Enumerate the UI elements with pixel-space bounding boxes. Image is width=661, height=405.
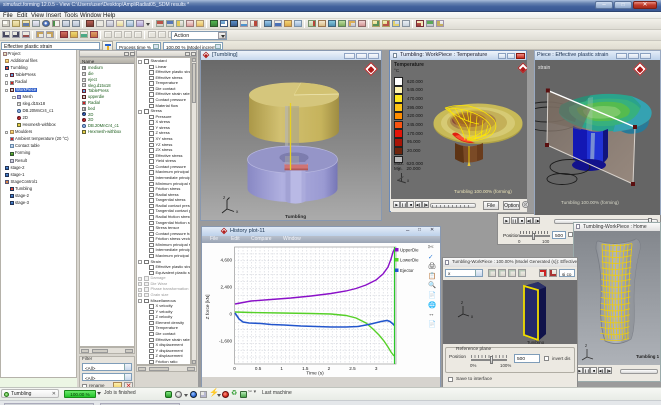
svg-text:Tumbling 100.00% (forming): Tumbling 100.00% (forming)	[454, 189, 512, 194]
svg-text:Tumbling: Tumbling	[527, 340, 545, 344]
svg-text:Z force [kN]: Z force [kN]	[205, 295, 211, 320]
svg-text:UpperDie: UpperDie	[400, 248, 419, 253]
svg-text:-1,600: -1,600	[219, 339, 232, 344]
svg-text:2: 2	[328, 366, 331, 371]
svg-text:4,600: 4,600	[221, 258, 233, 263]
svg-text:LowerDie: LowerDie	[400, 258, 419, 263]
svg-text:0.5: 0.5	[255, 366, 262, 371]
svg-text:Tumbling 1: Tumbling 1	[636, 354, 660, 359]
svg-text:0: 0	[229, 312, 232, 317]
svg-text:1.5: 1.5	[302, 366, 309, 371]
svg-text:2.5: 2.5	[349, 366, 356, 371]
svg-text:0: 0	[233, 366, 236, 371]
svg-text:strain: strain	[538, 65, 550, 71]
svg-text:z: z	[585, 343, 587, 348]
svg-text:Tumbling: Tumbling	[285, 214, 306, 220]
svg-text:2,400: 2,400	[221, 285, 233, 290]
svg-text:1: 1	[280, 366, 283, 371]
svg-text:Time (s): Time (s)	[306, 371, 324, 377]
svg-text:Tumbling 100.00% (forming): Tumbling 100.00% (forming)	[561, 200, 619, 205]
svg-text:z: z	[461, 300, 463, 305]
svg-text:3: 3	[375, 366, 378, 371]
svg-text:Ejector: Ejector	[400, 268, 414, 273]
